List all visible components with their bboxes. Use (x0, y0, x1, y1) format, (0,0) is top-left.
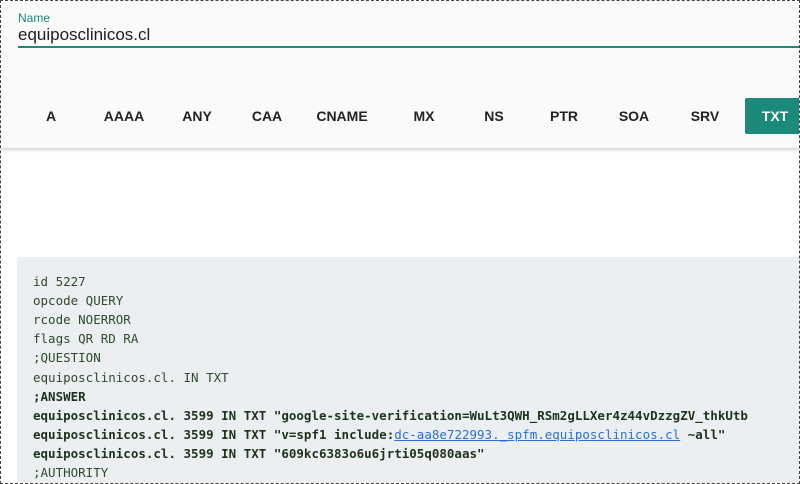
answer-2-suffix: ~all" (680, 427, 726, 442)
tab-caa[interactable]: CAA (237, 98, 297, 134)
response-rcode: rcode NOERROR (33, 312, 131, 327)
query-header: Name A AAAA ANY CAA CNAME MX NS PTR SOA … (1, 1, 799, 148)
tab-srv[interactable]: SRV (675, 98, 735, 134)
answer-header: ;ANSWER (33, 389, 86, 404)
tab-any[interactable]: ANY (167, 98, 227, 134)
spf-include-link[interactable]: dc-aa8e722993._spfm.equiposclinicos.cl (394, 427, 680, 442)
tab-aaaa[interactable]: AAAA (94, 98, 154, 134)
record-type-tabs: A AAAA ANY CAA CNAME MX NS PTR SOA SRV T… (15, 98, 799, 134)
response-id: id 5227 (33, 274, 86, 289)
answer-record-1: equiposclinicos.cl. 3599 IN TXT "google-… (33, 408, 748, 423)
tab-cname[interactable]: CNAME (312, 98, 372, 134)
response-panel: id 5227 opcode QUERY rcode NOERROR flags… (17, 257, 799, 483)
name-input-underline (18, 46, 799, 48)
response-flags: flags QR RD RA (33, 331, 139, 346)
response-opcode: opcode QUERY (33, 293, 124, 308)
answer-2-prefix: equiposclinicos.cl. 3599 IN TXT "v=spf1 … (33, 427, 395, 442)
answer-record-2: equiposclinicos.cl. 3599 IN TXT "v=spf1 … (33, 427, 725, 442)
name-input[interactable] (18, 25, 788, 45)
name-field-label: Name (18, 11, 51, 25)
tab-soa[interactable]: SOA (604, 98, 664, 134)
tab-ns[interactable]: NS (464, 98, 524, 134)
tab-mx[interactable]: MX (394, 98, 454, 134)
app-frame: Name A AAAA ANY CAA CNAME MX NS PTR SOA … (0, 0, 800, 484)
tab-ptr[interactable]: PTR (534, 98, 594, 134)
tab-a[interactable]: A (21, 98, 81, 134)
tab-txt[interactable]: TXT (745, 98, 799, 134)
question-line: equiposclinicos.cl. IN TXT (33, 370, 229, 385)
answer-record-3: equiposclinicos.cl. 3599 IN TXT "609kc63… (33, 446, 485, 461)
question-header: ;QUESTION (33, 350, 101, 365)
authority-header: ;AUTHORITY (33, 465, 109, 480)
